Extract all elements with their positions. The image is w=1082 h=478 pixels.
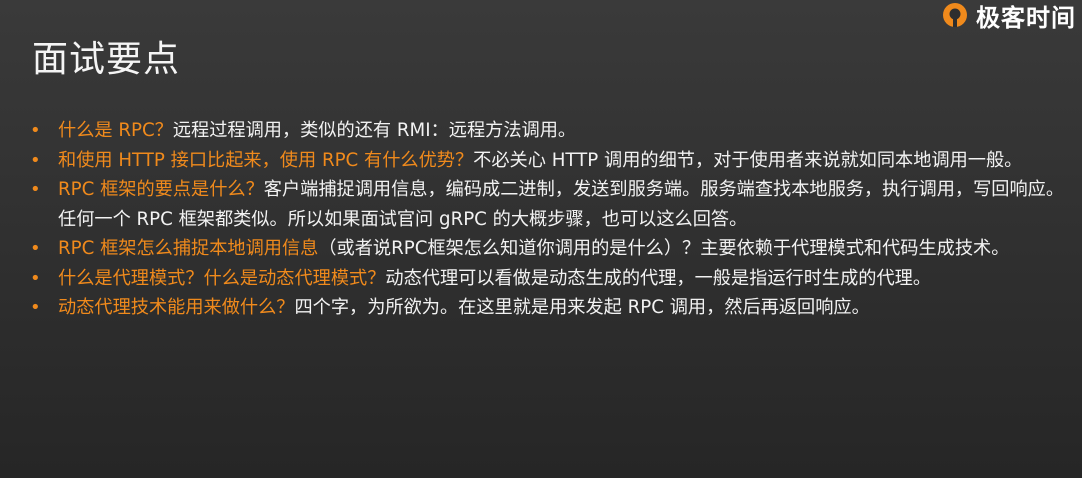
answer-text: 动态代理可以看做是动态生成的代理，一般是指运行时生成的代理。 bbox=[385, 267, 932, 289]
geektime-logo-icon bbox=[943, 3, 967, 27]
list-item: • RPC 框架怎么捕捉本地调用信息（或者说RPC框架怎么知道你调用的是什么）？… bbox=[30, 234, 1070, 264]
question-text: RPC 框架怎么捕捉本地调用信息 bbox=[58, 238, 319, 259]
page-title: 面试要点 bbox=[32, 39, 181, 81]
list-item: • 动态代理技术能用来做什么？四个字，为所欲为。在这里就是用来发起 RPC 调用… bbox=[30, 293, 1070, 323]
logo-text: 极客时间 bbox=[976, 3, 1076, 31]
question-text: 动态代理技术能用来做什么？ bbox=[58, 297, 295, 318]
question-text: 什么是 RPC？ bbox=[58, 120, 173, 141]
bullet-icon: • bbox=[30, 179, 41, 200]
answer-text: 远程过程调用，类似的还有 RMI：远程方法调用。 bbox=[172, 120, 577, 141]
brand-logo: 极客时间 bbox=[942, 0, 1082, 30]
bullet-icon: • bbox=[30, 267, 41, 289]
answer-text: 不必关心 HTTP 调用的细节，对于使用者来说就如同本地调用一般。 bbox=[473, 149, 1023, 171]
answer-text: 四个字，为所欲为。在这里就是用来发起 RPC 调用，然后再返回响应。 bbox=[294, 297, 870, 318]
list-item: • 什么是 RPC？远程过程调用，类似的还有 RMI：远程方法调用。 bbox=[30, 116, 1070, 146]
list-item: • RPC 框架的要点是什么？客户端捕捉调用信息，编码成二进制，发送到服务端。服… bbox=[30, 175, 1070, 234]
bullet-icon: • bbox=[30, 297, 41, 318]
list-item: • 什么是代理模式？什么是动态代理模式？动态代理可以看做是动态生成的代理，一般是… bbox=[30, 264, 1070, 294]
bullet-icon: • bbox=[30, 238, 41, 259]
bullet-icon: • bbox=[30, 149, 41, 171]
list-item: • 和使用 HTTP 接口比起来，使用 RPC 有什么优势？不必关心 HTTP … bbox=[30, 146, 1070, 176]
question-text: 和使用 HTTP 接口比起来，使用 RPC 有什么优势？ bbox=[58, 149, 474, 171]
bullet-icon: • bbox=[30, 120, 41, 141]
question-text: 什么是代理模式？什么是动态代理模式？ bbox=[58, 267, 386, 289]
answer-text: （或者说RPC框架怎么知道你调用的是什么）？主要依赖于代理模式和代码生成技术。 bbox=[318, 238, 1010, 259]
key-points-list: • 什么是 RPC？远程过程调用，类似的还有 RMI：远程方法调用。 • 和使用… bbox=[30, 116, 1070, 323]
slide: 面试要点 极客时间 • 什么是 RPC？远程过程调用，类似的还有 RMI：远程方… bbox=[0, 0, 1082, 478]
question-text: RPC 框架的要点是什么？ bbox=[58, 179, 264, 200]
